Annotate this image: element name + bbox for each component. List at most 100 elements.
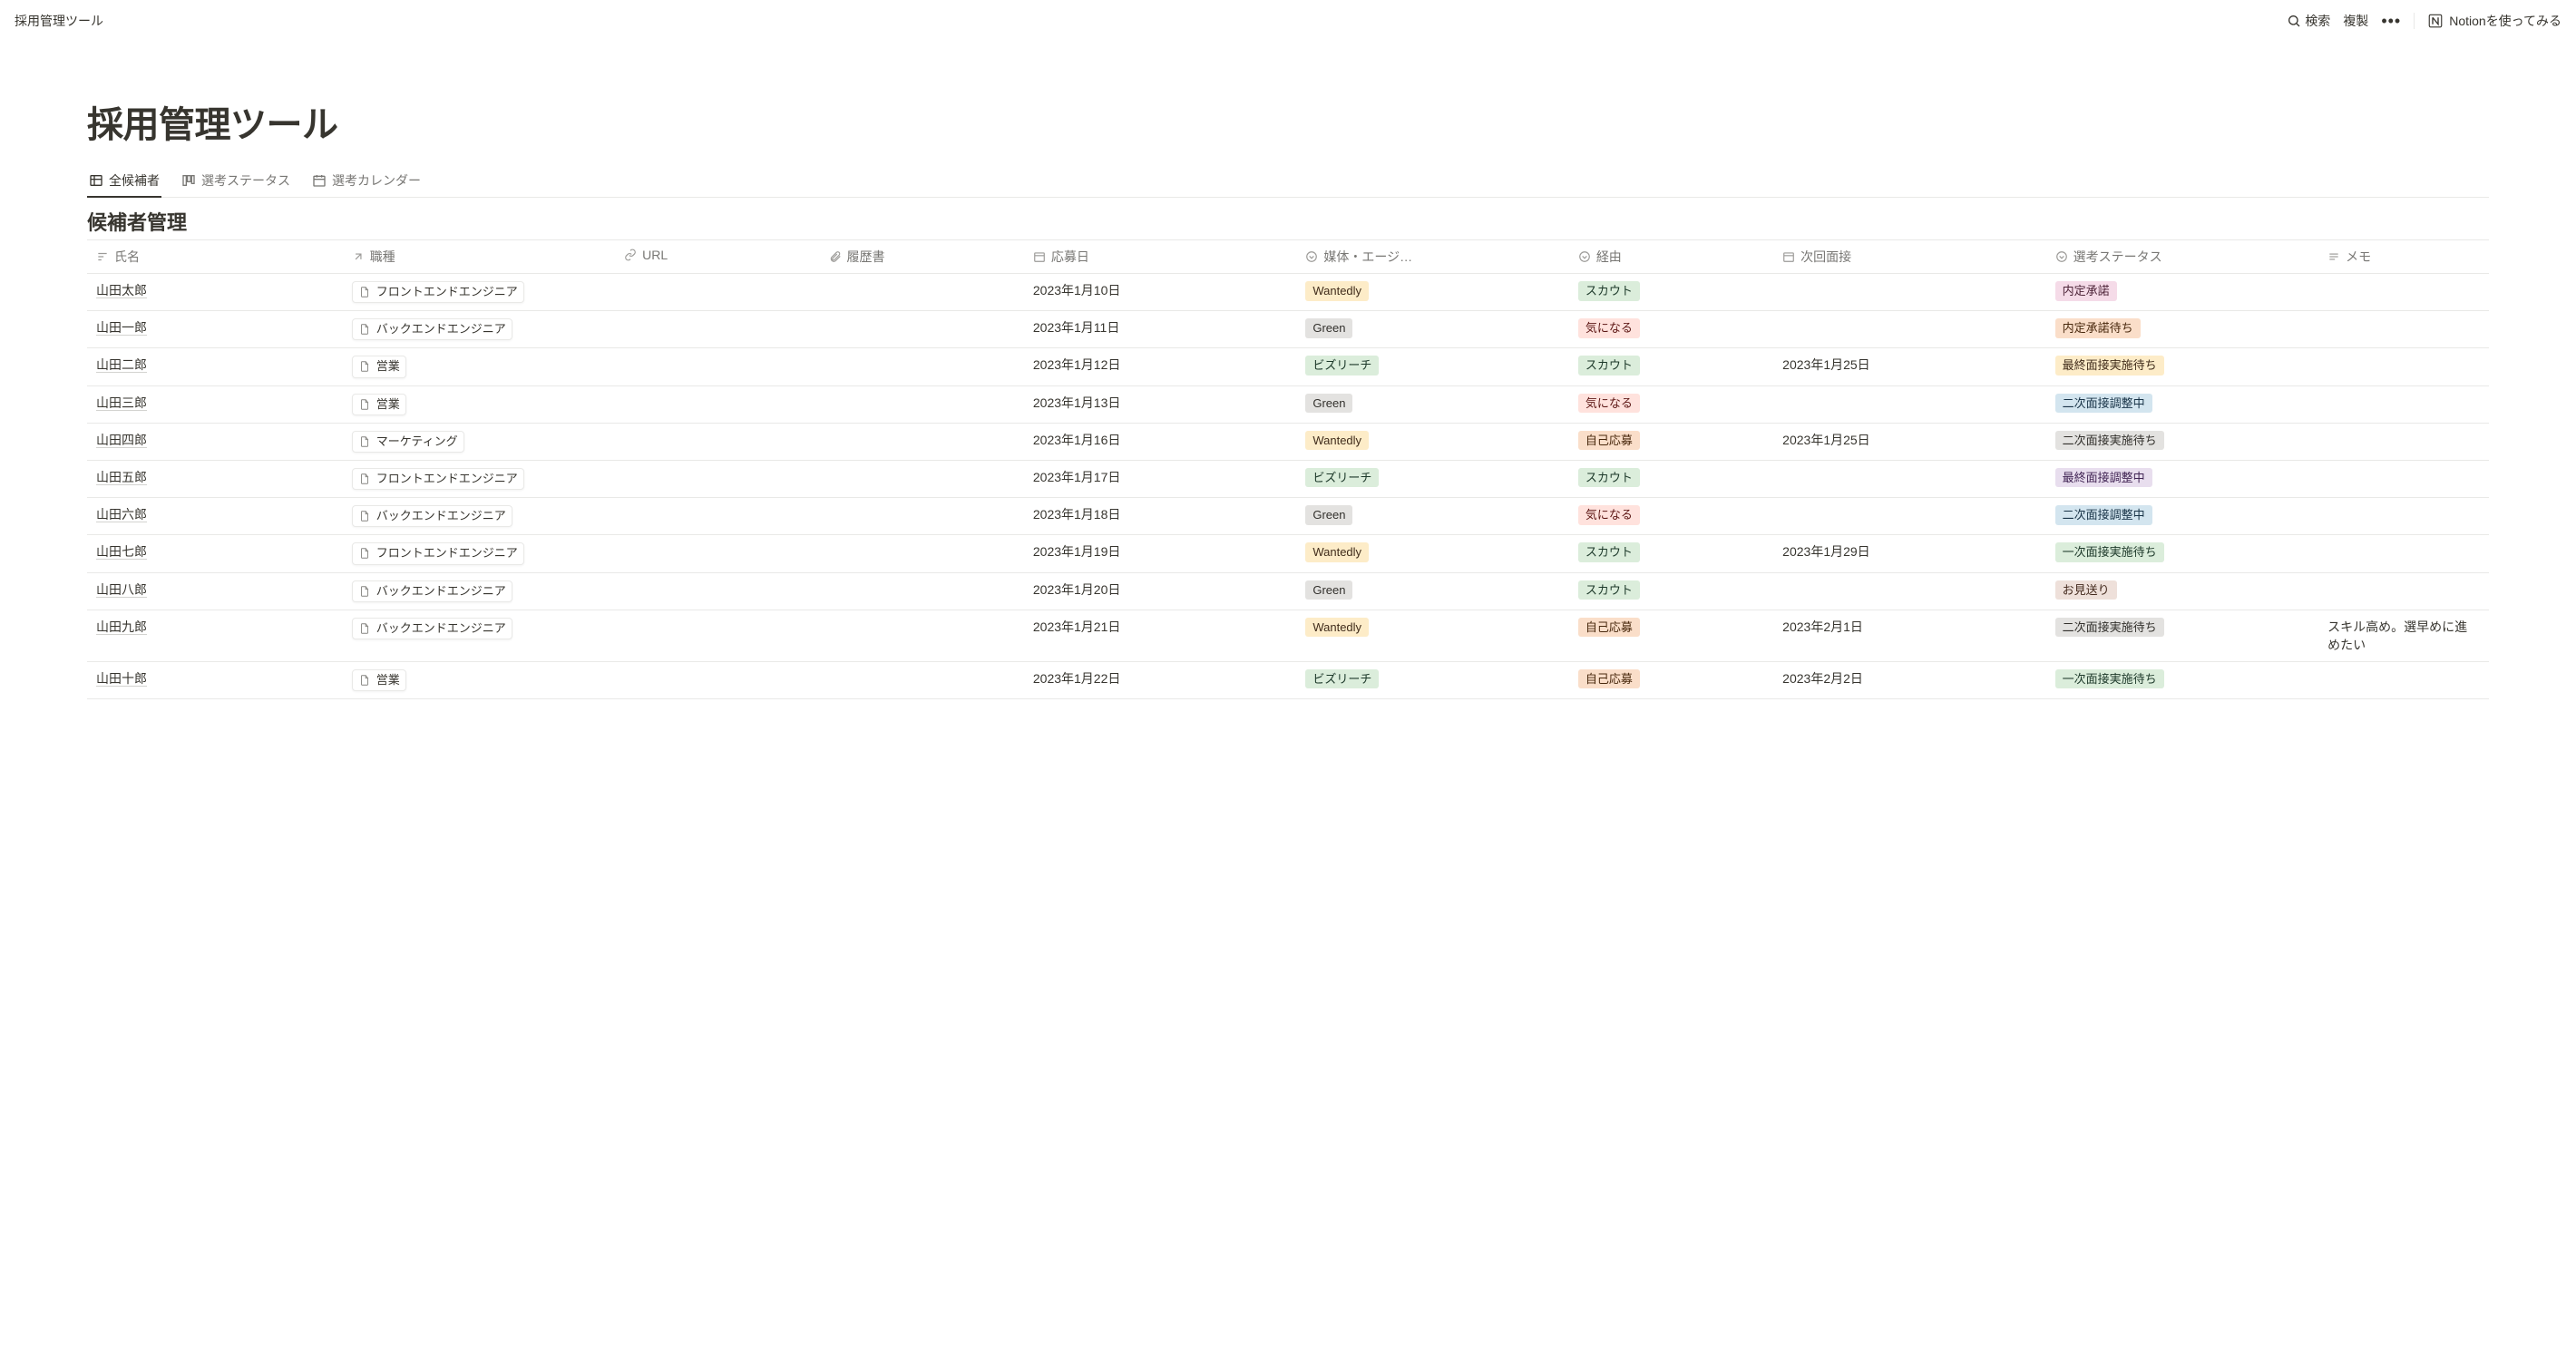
cell-url[interactable] <box>615 274 819 311</box>
cell-status[interactable]: 二次面接実施待ち <box>2046 423 2318 460</box>
cell-url[interactable] <box>615 661 819 698</box>
notion-cta[interactable]: Notionを使ってみる <box>2427 12 2561 30</box>
cell-role[interactable]: バックエンドエンジニア <box>343 610 615 661</box>
role-chip[interactable]: 営業 <box>352 394 406 415</box>
cell-resume[interactable] <box>820 610 1024 661</box>
cell-status[interactable]: 二次面接実施待ち <box>2046 610 2318 661</box>
cell-name[interactable]: 山田九郎 <box>87 610 343 661</box>
table-row[interactable]: 山田太郎フロントエンドエンジニア2023年1月10日Wantedlyスカウト内定… <box>87 274 2489 311</box>
cell-name[interactable]: 山田十郎 <box>87 661 343 698</box>
cell-media[interactable]: Wantedly <box>1296 423 1568 460</box>
cell-url[interactable] <box>615 423 819 460</box>
cell-role[interactable]: 営業 <box>343 385 615 423</box>
cell-resume[interactable] <box>820 460 1024 497</box>
more-button[interactable]: ••• <box>2381 13 2401 29</box>
cell-media[interactable]: Wantedly <box>1296 535 1568 572</box>
cell-media[interactable]: Green <box>1296 498 1568 535</box>
cell-name[interactable]: 山田四郎 <box>87 423 343 460</box>
cell-via[interactable]: スカウト <box>1569 572 1773 610</box>
cell-role[interactable]: フロントエンドエンジニア <box>343 535 615 572</box>
section-title[interactable]: 候補者管理 <box>87 207 2489 236</box>
cell-via[interactable]: 自己応募 <box>1569 610 1773 661</box>
cell-resume[interactable] <box>820 423 1024 460</box>
cell-next-interview[interactable]: 2023年1月25日 <box>1773 423 2045 460</box>
col-header-media[interactable]: 媒体・エージ… <box>1296 240 1568 274</box>
table-row[interactable]: 山田八郎バックエンドエンジニア2023年1月20日Greenスカウトお見送り <box>87 572 2489 610</box>
cell-media[interactable]: ビズリーチ <box>1296 661 1568 698</box>
role-chip[interactable]: マーケティング <box>352 431 464 453</box>
cell-url[interactable] <box>615 498 819 535</box>
cell-via[interactable]: スカウト <box>1569 348 1773 385</box>
cell-next-interview[interactable] <box>1773 498 2045 535</box>
cell-url[interactable] <box>615 311 819 348</box>
role-chip[interactable]: フロントエンドエンジニア <box>352 468 524 490</box>
role-chip[interactable]: 営業 <box>352 356 406 377</box>
table-row[interactable]: 山田九郎バックエンドエンジニア 2023年1月21日Wantedly自己応募202… <box>87 610 2489 661</box>
cell-resume[interactable] <box>820 535 1024 572</box>
cell-status[interactable]: お見送り <box>2046 572 2318 610</box>
cell-name[interactable]: 山田五郎 <box>87 460 343 497</box>
cell-media[interactable]: Wantedly <box>1296 610 1568 661</box>
cell-name[interactable]: 山田二郎 <box>87 348 343 385</box>
cell-resume[interactable] <box>820 274 1024 311</box>
cell-memo[interactable] <box>2318 572 2489 610</box>
cell-resume[interactable] <box>820 661 1024 698</box>
cell-name[interactable]: 山田六郎 <box>87 498 343 535</box>
cell-next-interview[interactable]: 2023年2月2日 <box>1773 661 2045 698</box>
role-chip[interactable]: 営業 <box>352 669 406 691</box>
cell-status[interactable]: 二次面接調整中 <box>2046 498 2318 535</box>
cell-role[interactable]: バックエンドエンジニア <box>343 498 615 535</box>
table-row[interactable]: 山田三郎営業2023年1月13日Green気になる二次面接調整中 <box>87 385 2489 423</box>
cell-role[interactable]: マーケティング <box>343 423 615 460</box>
col-header-url[interactable]: URL <box>615 240 819 274</box>
cell-status[interactable]: 最終面接調整中 <box>2046 460 2318 497</box>
cell-memo[interactable] <box>2318 348 2489 385</box>
cell-next-interview[interactable]: 2023年2月1日 <box>1773 610 2045 661</box>
cell-apply-date[interactable]: 2023年1月21日 <box>1024 610 1296 661</box>
cell-via[interactable]: 自己応募 <box>1569 661 1773 698</box>
role-chip[interactable]: フロントエンドエンジニア <box>352 281 524 303</box>
col-header-role[interactable]: 職種 <box>343 240 615 274</box>
cell-role[interactable]: フロントエンドエンジニア <box>343 274 615 311</box>
cell-apply-date[interactable]: 2023年1月17日 <box>1024 460 1296 497</box>
page-title[interactable]: 採用管理ツール <box>87 95 2489 148</box>
col-header-status[interactable]: 選考ステータス <box>2046 240 2318 274</box>
cell-status[interactable]: 最終面接実施待ち <box>2046 348 2318 385</box>
cell-media[interactable]: Wantedly <box>1296 274 1568 311</box>
cell-url[interactable] <box>615 535 819 572</box>
role-chip[interactable]: フロントエンドエンジニア <box>352 542 524 564</box>
cell-via[interactable]: スカウト <box>1569 460 1773 497</box>
cell-media[interactable]: Green <box>1296 311 1568 348</box>
cell-memo[interactable] <box>2318 498 2489 535</box>
col-header-next-interview[interactable]: 次回面接 <box>1773 240 2045 274</box>
cell-status[interactable]: 内定承諾待ち <box>2046 311 2318 348</box>
cell-memo[interactable] <box>2318 460 2489 497</box>
role-chip[interactable]: バックエンドエンジニア <box>352 618 512 639</box>
search-button[interactable]: 検索 <box>2287 12 2330 30</box>
cell-apply-date[interactable]: 2023年1月22日 <box>1024 661 1296 698</box>
col-header-via[interactable]: 経由 <box>1569 240 1773 274</box>
cell-next-interview[interactable]: 2023年1月29日 <box>1773 535 2045 572</box>
cell-via[interactable]: スカウト <box>1569 274 1773 311</box>
col-header-resume[interactable]: 履歴書 <box>820 240 1024 274</box>
role-chip[interactable]: バックエンドエンジニア <box>352 580 512 602</box>
cell-via[interactable]: スカウト <box>1569 535 1773 572</box>
tab-calendar[interactable]: 選考カレンダー <box>310 166 423 197</box>
cell-role[interactable]: フロントエンドエンジニア <box>343 460 615 497</box>
cell-url[interactable] <box>615 348 819 385</box>
col-header-memo[interactable]: メモ <box>2318 240 2489 274</box>
cell-apply-date[interactable]: 2023年1月19日 <box>1024 535 1296 572</box>
table-row[interactable]: 山田二郎営業2023年1月12日ビズリーチスカウト2023年1月25日最終面接実… <box>87 348 2489 385</box>
tab-status[interactable]: 選考ステータス <box>180 166 292 197</box>
cell-next-interview[interactable] <box>1773 385 2045 423</box>
cell-via[interactable]: 気になる <box>1569 498 1773 535</box>
cell-name[interactable]: 山田太郎 <box>87 274 343 311</box>
cell-memo[interactable] <box>2318 385 2489 423</box>
cell-status[interactable]: 内定承諾 <box>2046 274 2318 311</box>
cell-memo[interactable]: スキル高め。選早めに進めたい <box>2318 610 2489 661</box>
cell-media[interactable]: ビズリーチ <box>1296 348 1568 385</box>
cell-url[interactable] <box>615 385 819 423</box>
table-row[interactable]: 山田五郎フロントエンドエンジニア2023年1月17日ビズリーチスカウト最終面接調… <box>87 460 2489 497</box>
cell-status[interactable]: 二次面接調整中 <box>2046 385 2318 423</box>
cell-media[interactable]: Green <box>1296 385 1568 423</box>
